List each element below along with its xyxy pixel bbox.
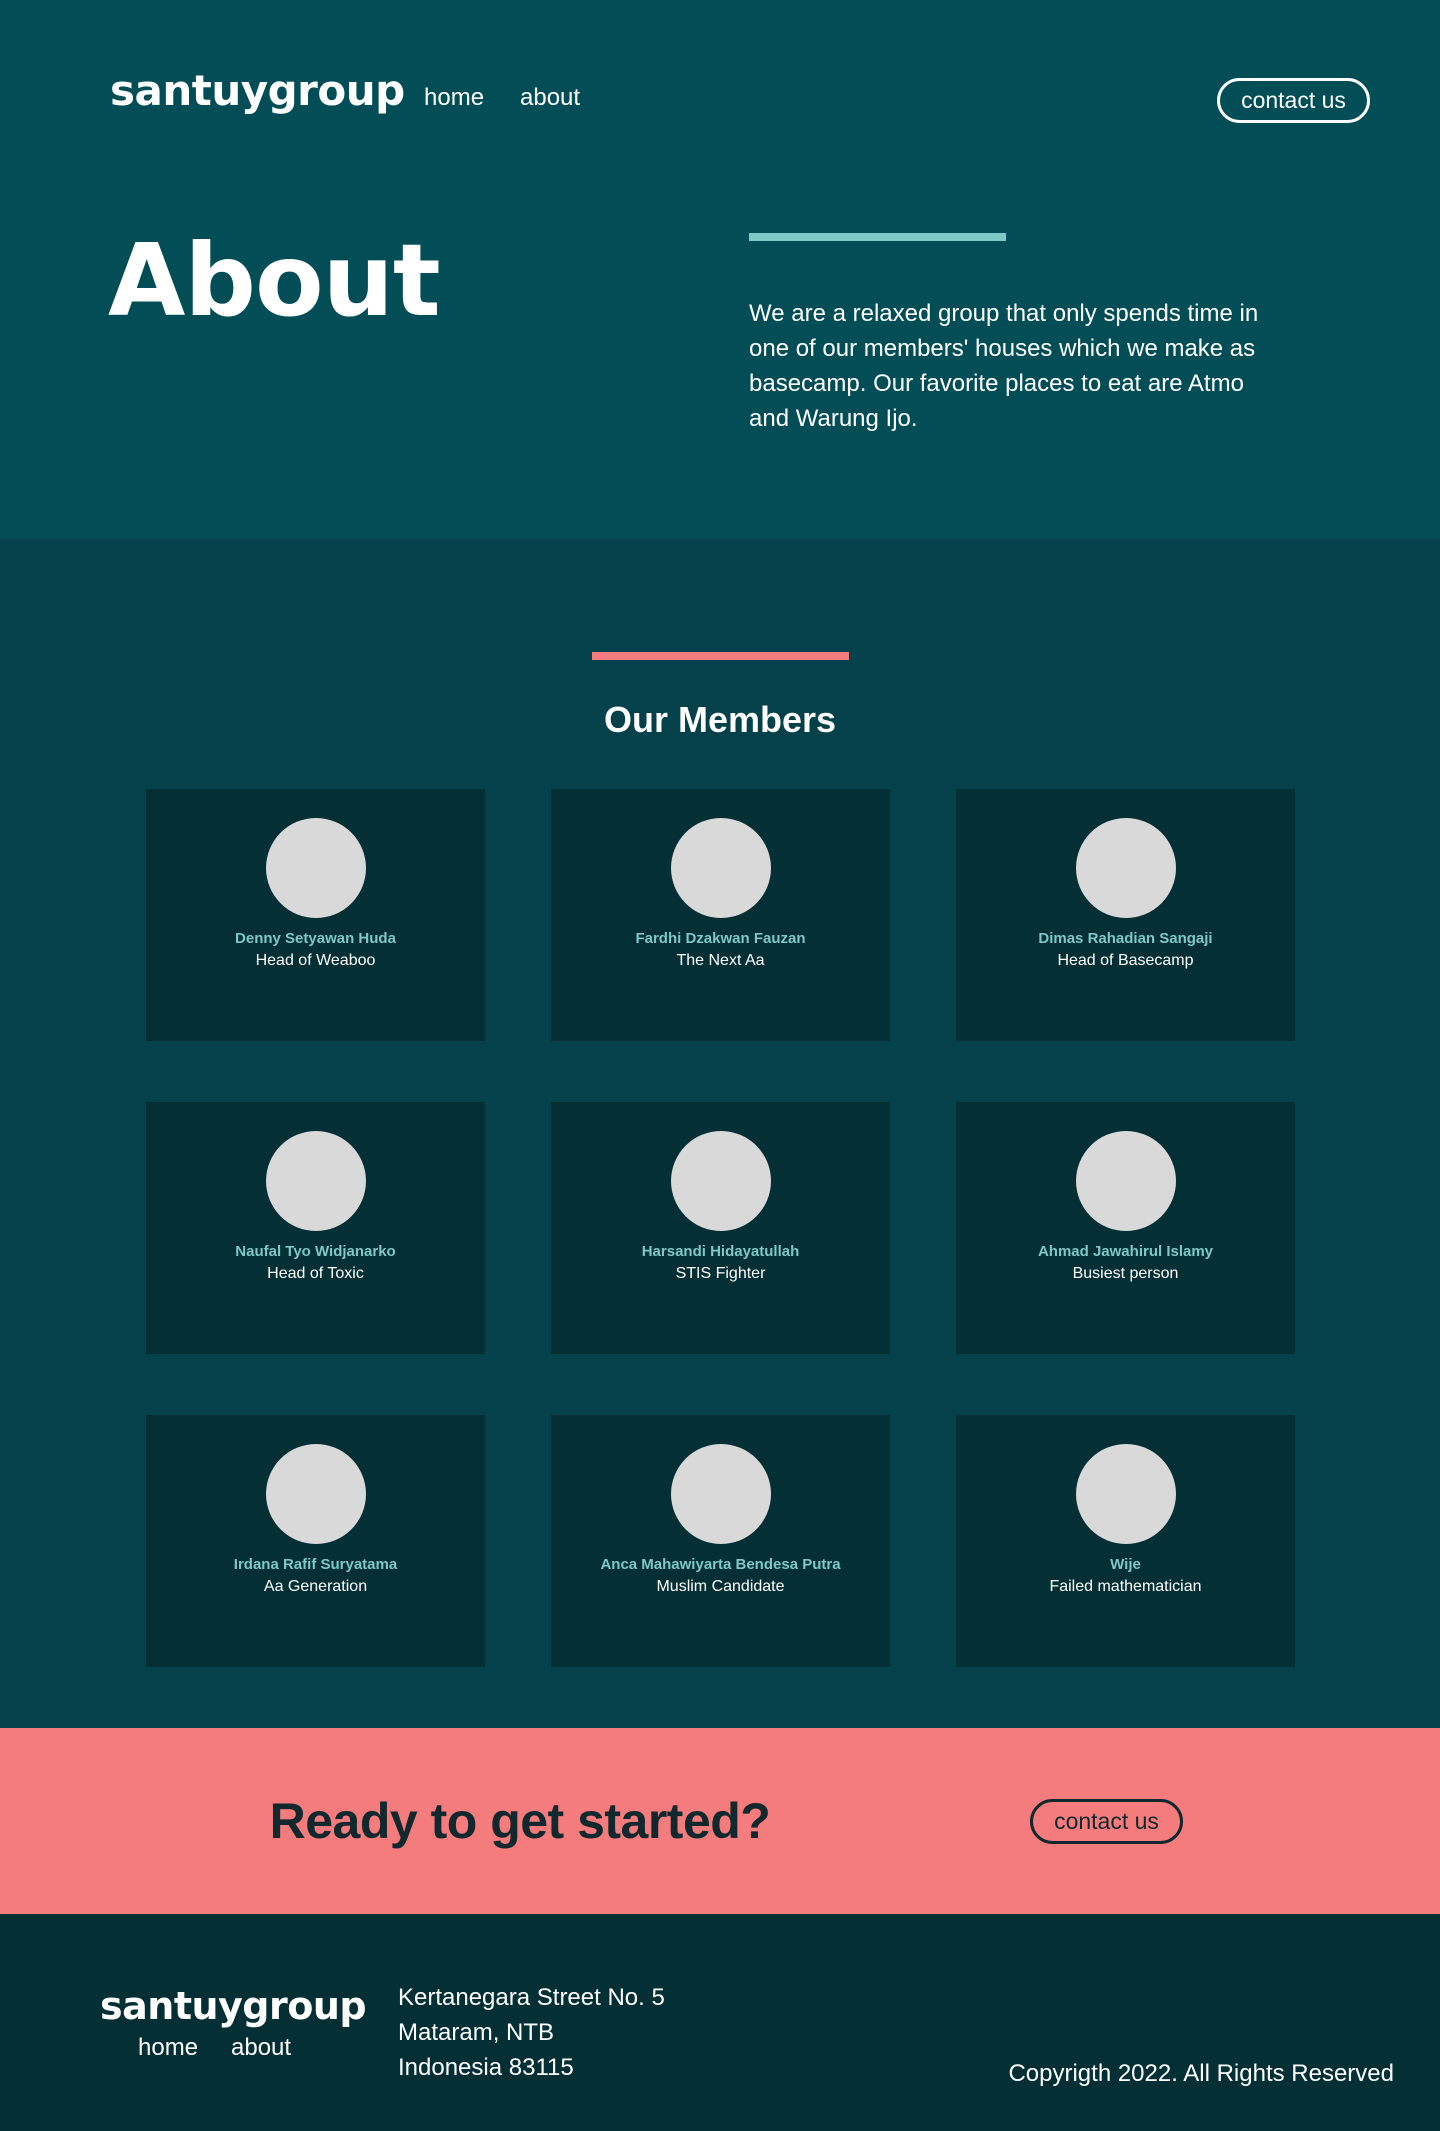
members-heading: Our Members bbox=[603, 699, 837, 740]
footer-link-about[interactable]: about bbox=[231, 2034, 291, 2062]
avatar bbox=[1076, 818, 1176, 918]
member-card: Naufal Tyo Widjanarko Head of Toxic bbox=[146, 1102, 485, 1354]
member-card: Irdana Rafif Suryatama Aa Generation bbox=[146, 1415, 485, 1667]
top-navbar: santuygroup home about contact us bbox=[0, 0, 1440, 200]
member-name: Harsandi Hidayatullah bbox=[641, 1243, 800, 1260]
avatar bbox=[266, 818, 366, 918]
hero-accent-divider bbox=[749, 233, 1006, 241]
member-card: Dimas Rahadian Sangaji Head of Basecamp bbox=[956, 789, 1295, 1041]
avatar bbox=[671, 818, 771, 918]
member-role: Failed mathematician bbox=[1049, 1578, 1202, 1595]
member-role: Busiest person bbox=[1072, 1265, 1179, 1282]
member-name: Anca Mahawiyarta Bendesa Putra bbox=[600, 1556, 841, 1573]
member-card: Ahmad Jawahirul Islamy Busiest person bbox=[956, 1102, 1295, 1354]
member-card: Harsandi Hidayatullah STIS Fighter bbox=[551, 1102, 890, 1354]
member-name: Dimas Rahadian Sangaji bbox=[1038, 930, 1213, 947]
member-role: Muslim Candidate bbox=[656, 1578, 785, 1595]
member-name: Wije bbox=[1110, 1556, 1141, 1573]
member-card: Fardhi Dzakwan Fauzan The Next Aa bbox=[551, 789, 890, 1041]
page-title: About bbox=[108, 222, 441, 339]
avatar bbox=[1076, 1131, 1176, 1231]
member-name: Denny Setyawan Huda bbox=[235, 930, 396, 947]
member-name: Fardhi Dzakwan Fauzan bbox=[635, 930, 806, 947]
nav-link-home[interactable]: home bbox=[424, 84, 484, 112]
member-name: Ahmad Jawahirul Islamy bbox=[1037, 1243, 1214, 1260]
avatar bbox=[671, 1444, 771, 1544]
member-name: Naufal Tyo Widjanarko bbox=[235, 1243, 396, 1260]
members-accent-divider bbox=[592, 652, 849, 660]
footer-logo[interactable]: santuygroup bbox=[100, 1984, 367, 2028]
cta-section: Ready to get started? contact us bbox=[0, 1728, 1440, 1914]
member-role: The Next Aa bbox=[676, 952, 765, 969]
member-role: Head of Weaboo bbox=[255, 952, 376, 969]
footer-address: Kertanegara Street No. 5 Mataram, NTB In… bbox=[398, 1980, 665, 2085]
member-role: Aa Generation bbox=[263, 1578, 368, 1595]
member-card: Denny Setyawan Huda Head of Weaboo bbox=[146, 789, 485, 1041]
member-name: Irdana Rafif Suryatama bbox=[233, 1556, 398, 1573]
address-line: Mataram, NTB bbox=[398, 2019, 555, 2046]
address-line: Kertanegara Street No. 5 bbox=[398, 1984, 665, 2011]
avatar bbox=[671, 1131, 771, 1231]
avatar bbox=[1076, 1444, 1176, 1544]
members-section: Our Members Denny Setyawan Huda Head of … bbox=[0, 539, 1440, 1728]
contact-us-button[interactable]: contact us bbox=[1217, 78, 1370, 123]
footer-link-home[interactable]: home bbox=[138, 2034, 198, 2062]
member-role: Head of Toxic bbox=[267, 1265, 364, 1282]
avatar bbox=[266, 1131, 366, 1231]
member-role: Head of Basecamp bbox=[1057, 952, 1194, 969]
member-role: STIS Fighter bbox=[675, 1265, 766, 1282]
member-card: Wije Failed mathematician bbox=[956, 1415, 1295, 1667]
site-footer: santuygroup home about Kertanegara Stree… bbox=[0, 1914, 1440, 2131]
address-line: Indonesia 83115 bbox=[398, 2054, 574, 2081]
hero-section: santuygroup home about contact us About … bbox=[0, 0, 1440, 539]
cta-contact-us-button[interactable]: contact us bbox=[1030, 1799, 1183, 1844]
avatar bbox=[266, 1444, 366, 1544]
about-description: We are a relaxed group that only spends … bbox=[749, 300, 1259, 432]
nav-link-about[interactable]: about bbox=[520, 84, 580, 112]
member-card: Anca Mahawiyarta Bendesa Putra Muslim Ca… bbox=[551, 1415, 890, 1667]
site-logo[interactable]: santuygroup bbox=[110, 66, 405, 115]
cta-heading: Ready to get started? bbox=[269, 1793, 771, 1849]
copyright-text: Copyrigth 2022. All Rights Reserved bbox=[1008, 2060, 1394, 2087]
